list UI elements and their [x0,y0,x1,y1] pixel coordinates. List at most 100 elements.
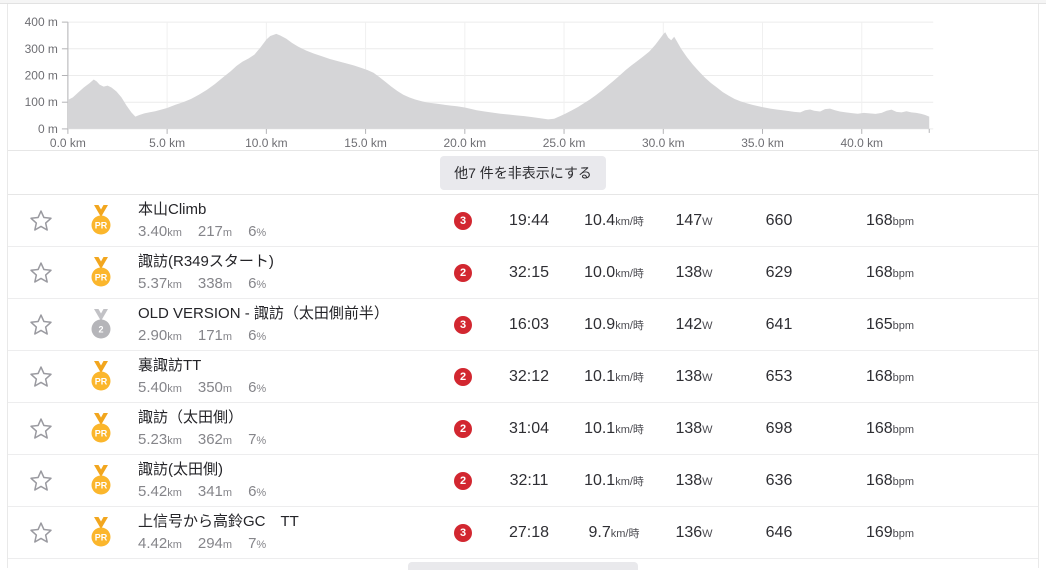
segment-heartrate: 168bpm [865,471,915,489]
segment-power: 138W [675,471,713,489]
segment-distance: 2.90km [138,327,182,344]
svg-text:15.0 km: 15.0 km [344,136,387,150]
segment-heartrate: 169bpm [865,523,915,541]
segment-stats: 5.40km 350m 6% [138,379,432,396]
elevation-chart-svg[interactable]: 400 m 300 m 200 m 100 m 0 m0.0 km 5.0 km 10.0 … [8,7,1038,150]
next-section-edge [8,562,1038,570]
segment-grade: 7% [248,535,267,552]
star-cell [8,312,74,338]
segment-grade: 7% [248,431,267,448]
segment-speed: 10.9km/時 [584,315,644,333]
category-badge: 3 [454,316,472,335]
segment-table: PR 本山Climb 3.40km 217m 6% 3 19:44 10.4km… [8,195,1038,559]
segment-time: 32:12 [508,367,550,385]
segment-speed: 10.1km/時 [584,471,644,489]
segment-grade: 6% [248,379,267,396]
segment-power: 147W [675,211,713,229]
segment-heartrate: 168bpm [865,419,915,437]
segment-elevation: 217m [197,223,233,240]
segment-heartrate: 165bpm [865,315,915,333]
segment-power: 138W [675,419,713,437]
segment-row: 2 OLD VERSION - 諏訪（太田側前半） 2.90km 171m 6%… [8,299,1038,351]
svg-text:10.0 km: 10.0 km [245,136,288,150]
segment-name-link[interactable]: 上信号から高鈴GC TT [138,513,432,531]
medal-icon: PR [91,361,111,391]
segment-name-link[interactable]: 裏諏訪TT [138,357,432,375]
segment-heartrate: 168bpm [865,367,915,385]
segment-heartrate: 168bpm [865,211,915,229]
segment-grade: 6% [248,483,267,500]
category-cell: 2 [432,471,494,491]
segment-time: 27:18 [508,523,550,541]
star-icon[interactable] [28,468,54,494]
segment-row: PR 本山Climb 3.40km 217m 6% 3 19:44 10.4km… [8,195,1038,247]
category-badge: 2 [454,472,472,491]
segment-distance: 4.42km [138,535,182,552]
segment-stats: 5.42km 341m 6% [138,483,432,500]
segment-grade: 6% [248,275,267,292]
segment-row: PR 諏訪（太田側） 5.23km 362m 7% 2 31:04 10.1km… [8,403,1038,455]
star-icon[interactable] [28,520,54,546]
star-icon[interactable] [28,312,54,338]
next-button-edge [408,562,638,570]
svg-text:300 m: 300 m [25,42,58,56]
segment-stats: 5.23km 362m 7% [138,431,432,448]
category-cell: 2 [432,367,494,387]
category-badge: 2 [454,420,472,439]
svg-text:400 m: 400 m [25,15,58,29]
segment-score: 660 [765,211,793,229]
segment-row: PR 諏訪(R349スタート) 5.37km 338m 6% 2 32:15 1… [8,247,1038,299]
segment-speed: 10.1km/時 [584,367,644,385]
svg-text:35.0 km: 35.0 km [741,136,784,150]
segment-stats: 2.90km 171m 6% [138,327,432,344]
star-icon[interactable] [28,364,54,390]
segment-speed: 10.4km/時 [584,211,644,229]
segment-name-link[interactable]: 本山Climb [138,201,432,219]
medal-cell: 2 [74,309,128,340]
segment-stats: 5.37km 338m 6% [138,275,432,292]
segment-name-link[interactable]: OLD VERSION - 諏訪（太田側前半） [138,305,432,323]
category-cell: 2 [432,263,494,283]
segment-score: 629 [765,263,793,281]
svg-text:0 m: 0 m [38,122,58,136]
segment-time: 16:03 [508,315,550,333]
segment-time: 32:11 [509,471,549,489]
segment-distance: 5.23km [138,431,182,448]
segment-name-link[interactable]: 諏訪(R349スタート) [138,253,432,271]
svg-text:PR: PR [95,429,108,439]
segment-stats: 3.40km 217m 6% [138,223,432,240]
star-icon[interactable] [28,260,54,286]
segment-time: 32:15 [508,263,550,281]
segment-name-link[interactable]: 諏訪（太田側） [138,409,432,427]
category-cell: 2 [432,419,494,439]
star-icon[interactable] [28,416,54,442]
segment-elevation: 362m [197,431,233,448]
star-cell [8,260,74,286]
star-cell [8,416,74,442]
segment-power: 136W [675,523,713,541]
svg-text:2: 2 [98,325,103,335]
segment-score: 653 [765,367,793,385]
segment-time: 31:04 [508,419,550,437]
segment-info: 諏訪（太田側） 5.23km 362m 7% [128,409,432,448]
medal-cell: PR [74,361,128,392]
medal-icon: 2 [91,309,111,339]
segment-elevation: 338m [197,275,233,292]
svg-text:0.0 km: 0.0 km [50,136,86,150]
hide-others-button[interactable]: 他7 件を非表示にする [440,155,606,190]
star-icon[interactable] [28,208,54,234]
category-badge: 3 [454,212,472,231]
medal-icon: PR [91,413,111,443]
segment-speed: 10.1km/時 [584,419,644,437]
category-cell: 3 [432,211,494,231]
star-cell [8,364,74,390]
segment-elevation: 171m [197,327,233,344]
elevation-chart[interactable]: 400 m 300 m 200 m 100 m 0 m 0.0 km 5.0 km 10.0 … [8,4,1038,151]
segment-row: PR 裏諏訪TT 5.40km 350m 6% 2 32:12 10.1km/時… [8,351,1038,403]
svg-text:PR: PR [95,221,108,231]
medal-icon: PR [91,205,111,235]
hide-others-row: 他7 件を非表示にする [8,151,1038,195]
segment-info: 諏訪(R349スタート) 5.37km 338m 6% [128,253,432,292]
segment-name-link[interactable]: 諏訪(太田側) [138,461,432,479]
segment-elevation: 294m [197,535,233,552]
